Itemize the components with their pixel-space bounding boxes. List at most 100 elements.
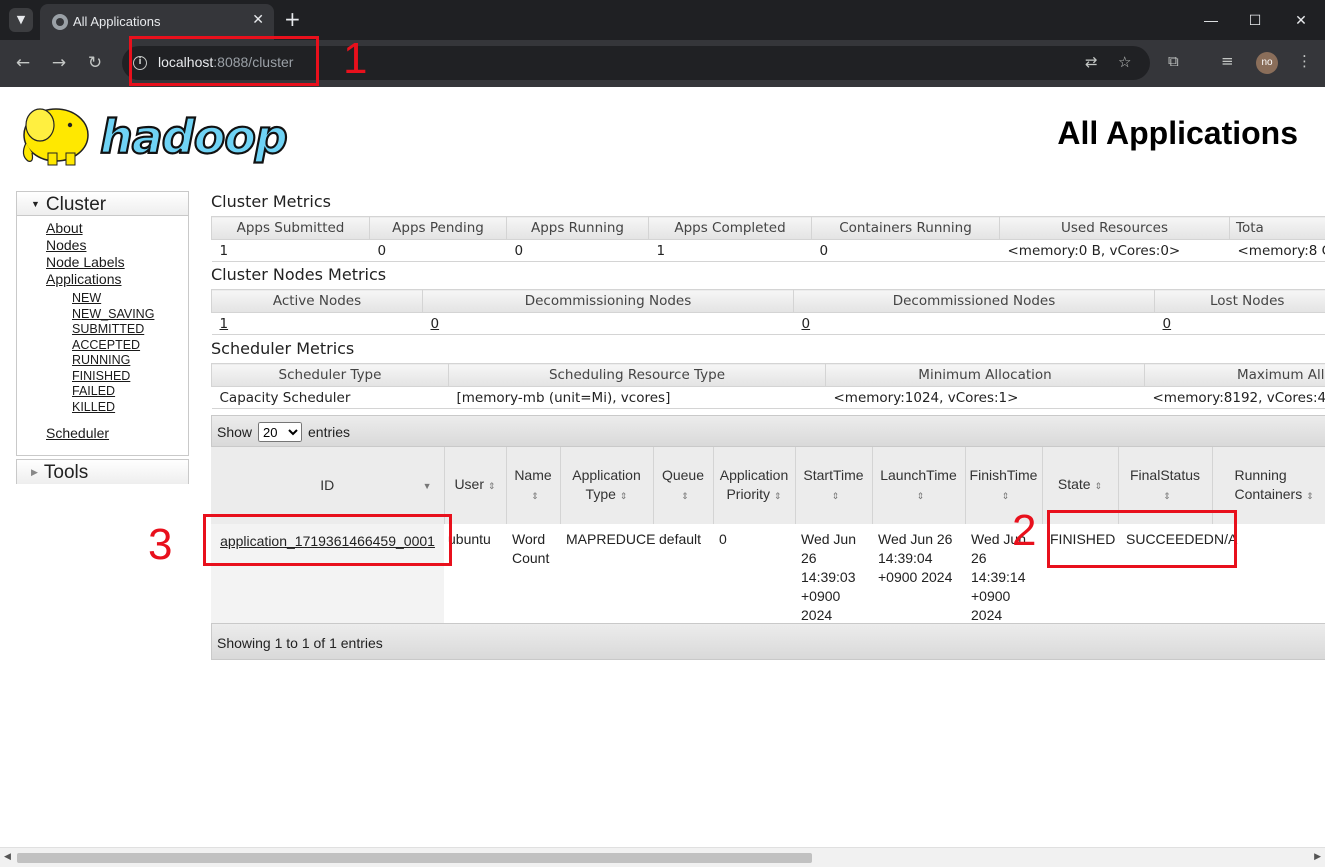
showing-entries-text: Showing 1 to 1 of 1 entries [217,635,383,651]
apps-submitted-value: 1 [211,239,370,262]
col-lost-nodes: Lost Nodes [1154,289,1325,313]
col-apps-running: Apps Running [506,216,649,240]
sort-icon: ⇕ [831,490,840,501]
apps-pending-value: 0 [369,239,507,262]
nav-about-link[interactable]: About [46,220,188,237]
col-scheduler-type: Scheduler Type [211,363,449,387]
col-user[interactable]: User ⇕ [444,447,507,524]
app-queue: default [659,531,702,547]
sort-icon: ⇕ [916,490,925,501]
menu-kebab-icon[interactable]: ⋮ [1297,52,1312,70]
decommissioned-nodes-link[interactable]: 0 [802,316,811,332]
containers-running-value: 0 [811,239,1000,262]
cluster-nav-header[interactable]: ▼ Cluster [17,192,188,216]
decommissioning-nodes-link[interactable]: 0 [431,316,440,332]
nav-state-failed[interactable]: FAILED [72,384,188,400]
col-application-type[interactable]: Application Type ⇕ [560,447,654,524]
hadoop-logo: hadoop [22,108,289,166]
col-apps-pending: Apps Pending [369,216,507,240]
scheduler-metrics-title: Scheduler Metrics [211,339,355,358]
nav-nodes-link[interactable]: Nodes [46,237,188,254]
scrollbar-thumb[interactable] [17,853,812,863]
translate-icon[interactable]: ⇄ [1085,53,1098,71]
minimize-icon[interactable]: — [1196,8,1226,32]
nav-scheduler-link[interactable]: Scheduler [46,425,188,442]
nav-state-new-saving[interactable]: NEW_SAVING [72,307,188,323]
lost-nodes-link[interactable]: 0 [1163,316,1172,332]
profile-avatar[interactable]: no [1256,52,1278,74]
cluster-metrics-title: Cluster Metrics [211,192,331,211]
sort-icon: ⇕ [488,481,496,491]
sort-icon: ⇕ [681,490,689,501]
apps-completed-value: 1 [648,239,812,262]
media-control-icon[interactable]: ≡ [1221,52,1234,70]
forward-icon[interactable]: → [47,51,71,75]
show-label: Show [217,424,253,440]
entries-label: entries [308,424,351,440]
cluster-metrics-table: Apps Submitted Apps Pending Apps Running… [211,216,1325,262]
sort-desc-icon: ▼ [422,481,432,491]
col-active-nodes: Active Nodes [211,289,423,313]
nav-applications-link[interactable]: Applications [46,271,188,288]
col-start-time[interactable]: StartTime ⇕ [795,447,873,524]
app-user: ubuntu [448,531,491,547]
nav-state-new[interactable]: NEW [72,291,188,307]
apps-running-value: 0 [506,239,649,262]
new-tab-icon[interactable]: + [284,8,301,30]
tab-title: All Applications [73,14,161,29]
annotation-label-1: 1 [343,34,368,83]
nav-state-finished[interactable]: FINISHED [72,369,188,385]
annotation-box-3 [203,514,452,566]
tab-search-icon[interactable]: ▼ [9,8,33,32]
nav-state-running[interactable]: RUNNING [72,353,188,369]
scheduling-resource-type-value: [memory-mb (unit=Mi), vcores] [448,386,826,409]
tab-all-applications[interactable]: All Applications ✕ [40,4,274,40]
col-id[interactable]: ID ▼ [211,447,445,524]
maximum-allocation-value: <memory:8192, vCores:4> [1144,386,1325,409]
page-size-select[interactable]: 20 [258,422,302,442]
nodes-metrics-table: Active Nodes Decommissioning Nodes Decom… [211,289,1325,335]
sort-icon: ⇕ [1001,490,1010,501]
col-application-priority[interactable]: Application Priority ⇕ [713,447,796,524]
collapse-triangle-icon: ▼ [31,199,40,209]
svg-text:hadoop: hadoop [100,110,287,164]
scheduler-type-value: Capacity Scheduler [211,386,449,409]
nav-state-submitted[interactable]: SUBMITTED [72,322,188,338]
app-type: MAPREDUCE [566,531,656,547]
close-window-icon[interactable]: ✕ [1286,8,1316,32]
col-launch-time[interactable]: LaunchTime ⇕ [872,447,966,524]
bookmark-star-icon[interactable]: ☆ [1118,53,1131,71]
minimum-allocation-value: <memory:1024, vCores:1> [825,386,1145,409]
nav-state-killed[interactable]: KILLED [72,400,188,416]
active-nodes-link[interactable]: 1 [220,316,229,332]
back-icon[interactable]: ← [11,51,35,75]
col-name[interactable]: Name ⇕ [506,447,561,524]
nav-state-accepted[interactable]: ACCEPTED [72,338,188,354]
cluster-nav: ▼ Cluster About Nodes Node Labels Applica… [16,191,189,456]
maximize-icon[interactable]: ☐ [1240,8,1270,32]
col-queue[interactable]: Queue ⇕ [653,447,714,524]
sort-icon: ⇕ [774,490,782,501]
col-decommissioned-nodes: Decommissioned Nodes [793,289,1155,313]
col-apps-completed: Apps Completed [648,216,812,240]
col-used-resources: Used Resources [999,216,1230,240]
reload-icon[interactable]: ↻ [83,51,107,75]
annotation-box-2 [1047,510,1237,568]
apps-table-footer: Showing 1 to 1 of 1 entries [211,623,1325,660]
scroll-left-icon[interactable]: ◀ [4,852,11,862]
page-title: All Applications [1057,115,1298,151]
scroll-right-icon[interactable]: ▶ [1314,852,1321,862]
tools-nav-header[interactable]: ▶ Tools [17,460,188,484]
globe-icon [52,14,68,30]
used-resources-value: <memory:0 B, vCores:0> [999,239,1230,262]
annotation-box-1 [129,36,319,86]
col-apps-submitted: Apps Submitted [211,216,370,240]
browser-tab-bar: ▼ All Applications ✕ + — ☐ ✕ [0,0,1325,40]
nav-node-labels-link[interactable]: Node Labels [46,254,188,271]
horizontal-scrollbar[interactable]: ◀ ▶ [0,847,1325,867]
extensions-icon[interactable]: ⧉ [1168,52,1179,70]
apps-table-toolbar: Show 20 entries [211,415,1325,447]
expand-triangle-icon: ▶ [31,467,38,477]
close-tab-icon[interactable]: ✕ [252,12,264,28]
total-resources-value: <memory:8 G [1229,239,1325,262]
